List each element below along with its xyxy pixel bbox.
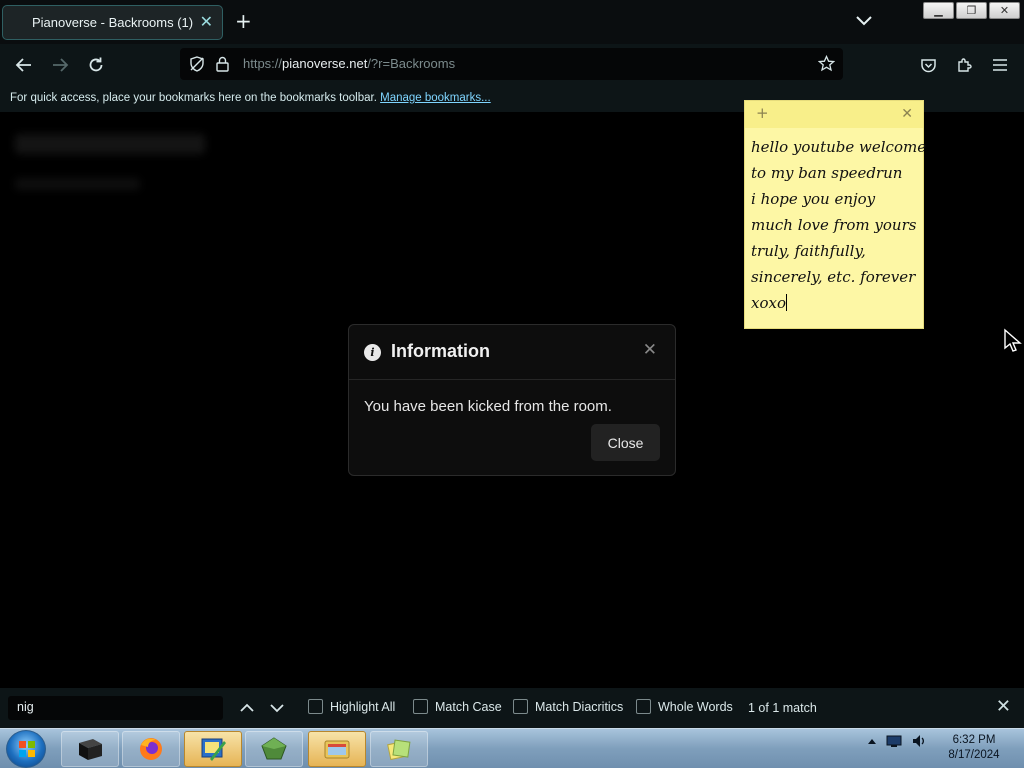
manage-bookmarks-link[interactable]: Manage bookmarks... <box>380 92 491 104</box>
note-line: i hope you enjoy <box>751 190 876 208</box>
green-block-icon <box>261 737 287 760</box>
window-controls: ▁ ❐ ✕ <box>923 2 1020 19</box>
bookmarks-hint-text: For quick access, place your bookmarks h… <box>10 92 377 104</box>
match-case-checkbox[interactable]: Match Case <box>413 699 502 714</box>
dialog-close-icon[interactable]: ✕ <box>643 342 657 359</box>
system-tray <box>867 733 927 749</box>
sticky-note-header[interactable]: + ✕ <box>745 101 923 128</box>
bookmarks-hint: For quick access, place your bookmarks h… <box>10 92 491 104</box>
show-hidden-icons-icon[interactable] <box>867 736 877 746</box>
minimize-button[interactable]: ▁ <box>923 2 954 19</box>
close-note-icon[interactable]: ✕ <box>901 107 913 121</box>
blurred-subtext <box>15 178 140 190</box>
taskbar-app-cube[interactable] <box>61 731 119 767</box>
match-diacritics-checkbox[interactable]: Match Diacritics <box>513 699 623 714</box>
taskbar-app-paint[interactable] <box>184 731 242 767</box>
whole-words-checkbox[interactable]: Whole Words <box>636 699 733 714</box>
match-count: 1 of 1 match <box>748 701 817 715</box>
find-bar: nig Highlight All Match Case Match Diacr… <box>0 688 1024 728</box>
find-input[interactable]: nig <box>8 696 223 720</box>
text-caret <box>785 294 787 311</box>
checkbox-box[interactable] <box>636 699 651 714</box>
reload-icon[interactable] <box>85 54 107 76</box>
menu-icon[interactable] <box>989 54 1011 76</box>
dialog-title: Information <box>391 341 490 361</box>
sticky-note[interactable]: + ✕ hello youtube welcome to my ban spee… <box>744 100 927 329</box>
checkbox-box[interactable] <box>513 699 528 714</box>
lock-icon[interactable] <box>215 55 231 73</box>
close-button[interactable]: Close <box>591 424 660 461</box>
navigation-toolbar: https://pianoverse.net/?r=Backrooms <box>0 44 1024 86</box>
taskbar-app-green-block[interactable] <box>245 731 303 767</box>
url-path: /?r=Backrooms <box>367 56 456 71</box>
windows-logo-icon <box>19 741 35 757</box>
close-tab-icon[interactable]: ✕ <box>200 14 213 30</box>
clock-time: 6:32 PM <box>952 734 996 746</box>
network-icon[interactable] <box>885 734 903 748</box>
start-button[interactable] <box>6 730 46 768</box>
bookmark-star-icon[interactable] <box>818 55 835 72</box>
tracking-protection-icon[interactable] <box>189 56 205 72</box>
forward-icon[interactable] <box>49 54 71 76</box>
sticky-note-text[interactable]: hello youtube welcome to my ban speedrun… <box>751 134 927 316</box>
note-line: xoxo <box>751 294 786 312</box>
system-clock[interactable]: 6:32 PM 8/17/2024 <box>938 733 1010 763</box>
taskbar-app-sticky-notes[interactable] <box>370 731 428 767</box>
desktop: Pianoverse - Backrooms (1) ✕ + ▁ ❐ ✕ htt… <box>0 0 1024 768</box>
black-cube-icon <box>79 739 102 760</box>
extensions-icon[interactable] <box>953 54 975 76</box>
match-case-label: Match Case <box>435 699 502 714</box>
note-line-last: xoxo <box>751 290 923 316</box>
taskbar-app-firefox[interactable] <box>122 731 180 767</box>
url-text[interactable]: https://pianoverse.net/?r=Backrooms <box>243 56 455 71</box>
restore-button[interactable]: ❐ <box>956 2 987 19</box>
new-tab-button[interactable]: + <box>235 11 252 31</box>
info-icon: i <box>364 344 381 361</box>
explorer-folder-icon <box>324 740 350 759</box>
checkbox-box[interactable] <box>308 699 323 714</box>
pocket-icon[interactable] <box>917 54 939 76</box>
dialog-header: i Information ✕ <box>349 325 675 380</box>
back-icon[interactable] <box>13 54 35 76</box>
sticky-notes-icon <box>387 739 411 761</box>
url-bar[interactable]: https://pianoverse.net/?r=Backrooms <box>180 48 843 80</box>
checkbox-box[interactable] <box>413 699 428 714</box>
url-host: pianoverse.net <box>282 56 368 71</box>
volume-icon[interactable] <box>911 733 927 749</box>
add-note-icon[interactable]: + <box>756 106 769 121</box>
window-close-button[interactable]: ✕ <box>989 2 1020 19</box>
url-prefix: https:// <box>243 56 283 71</box>
clock-date: 8/17/2024 <box>948 749 1000 761</box>
highlight-all-checkbox[interactable]: Highlight All <box>308 699 395 714</box>
highlight-all-label: Highlight All <box>330 699 396 714</box>
find-next-icon[interactable] <box>269 700 285 716</box>
note-line: truly, faithfully, <box>751 242 866 260</box>
mouse-cursor-icon <box>1004 328 1022 352</box>
chevron-down-icon[interactable] <box>855 13 873 29</box>
taskbar: 6:32 PM 8/17/2024 <box>0 728 1024 768</box>
tab-strip: Pianoverse - Backrooms (1) ✕ + ▁ ❐ ✕ <box>0 0 1024 44</box>
tab-pianoverse[interactable]: Pianoverse - Backrooms (1) ✕ <box>2 5 223 40</box>
paint-icon <box>201 738 226 761</box>
blurred-heading <box>15 134 205 154</box>
close-find-bar-icon[interactable]: ✕ <box>996 698 1011 716</box>
match-diacritics-label: Match Diacritics <box>535 699 624 714</box>
taskbar-app-explorer[interactable] <box>308 731 366 767</box>
whole-words-label: Whole Words <box>658 699 733 714</box>
information-dialog: i Information ✕ You have been kicked fro… <box>348 324 676 476</box>
dialog-message: You have been kicked from the room. <box>364 398 612 415</box>
firefox-icon <box>140 738 162 760</box>
find-previous-icon[interactable] <box>239 700 255 716</box>
note-line: hello youtube welcome <box>751 138 927 156</box>
note-line: much love from yours <box>751 216 917 234</box>
note-line: to my ban speedrun <box>751 164 903 182</box>
tab-title: Pianoverse - Backrooms (1) <box>32 15 194 30</box>
note-line: sincerely, etc. forever <box>751 268 916 286</box>
